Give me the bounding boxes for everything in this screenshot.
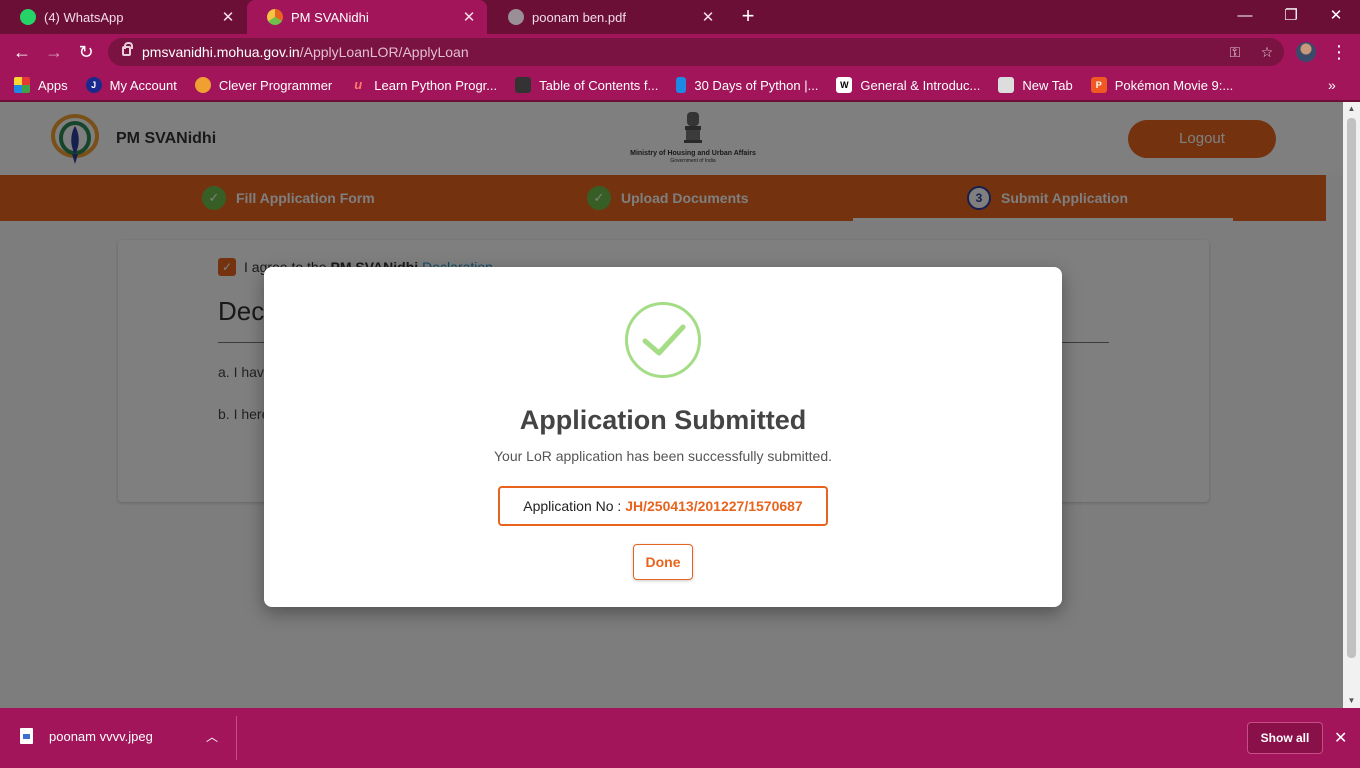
- tab-label: (4) WhatsApp: [44, 9, 124, 25]
- tab-label: poonam ben.pdf: [532, 9, 626, 25]
- chevron-double-right-icon[interactable]: »: [1328, 70, 1336, 100]
- forward-arrow-icon[interactable]: →: [42, 40, 66, 64]
- page-viewport: PM SVANidhi Ministry of Housing and Urba…: [0, 102, 1343, 708]
- window-close-icon[interactable]: ✕: [1316, 4, 1356, 28]
- scroll-up-icon[interactable]: ▲: [1343, 102, 1360, 116]
- lock-icon: [122, 42, 133, 56]
- tab-strip: (4) WhatsApp ✕ PM SVANidhi ✕ poonam ben.…: [0, 0, 1360, 34]
- modal-message: Your LoR application has been successful…: [493, 448, 833, 464]
- new-tab-icon: [998, 77, 1015, 93]
- done-button[interactable]: Done: [633, 544, 693, 580]
- bookmark-30-days-python[interactable]: 30 Days of Python |...: [676, 77, 818, 93]
- apps-grid-icon: [14, 77, 30, 93]
- close-icon[interactable]: ✕: [459, 8, 479, 26]
- globe-icon: [508, 9, 524, 25]
- tab-poonam-pdf[interactable]: poonam ben.pdf ✕: [488, 0, 726, 34]
- bookmarks-bar: Apps J My Account Clever Programmer u Le…: [0, 70, 1360, 100]
- browser-toolbar: ← → ↻ pmsvanidhi.mohua.gov.in/ApplyLoanL…: [0, 34, 1360, 70]
- download-bar: poonam vvvv.jpeg ︿ Show all ✕: [0, 708, 1360, 768]
- download-filename: poonam vvvv.jpeg: [49, 728, 153, 744]
- pokemon-icon: P: [1090, 77, 1107, 93]
- vertical-scrollbar[interactable]: ▲ ▼: [1343, 102, 1360, 708]
- chevron-up-icon[interactable]: ︿: [206, 728, 218, 745]
- scroll-down-icon[interactable]: ▼: [1343, 694, 1360, 708]
- svanidhi-icon: [267, 9, 283, 25]
- bookmark-new-tab[interactable]: New Tab: [998, 77, 1073, 93]
- application-number-box: Application No : JH/250413/201227/157068…: [498, 486, 828, 526]
- restore-icon[interactable]: ❐: [1271, 4, 1311, 28]
- bookmark-label: Pokémon Movie 9:...: [1114, 77, 1234, 93]
- menu-dots-icon[interactable]: ⋮: [1330, 40, 1348, 64]
- bookmark-label: 30 Days of Python |...: [694, 77, 819, 93]
- url-text: pmsvanidhi.mohua.gov.in/ApplyLoanLOR/App…: [142, 44, 469, 60]
- bookmark-label: My Account: [109, 77, 177, 93]
- w-icon: W: [836, 77, 853, 93]
- learn-python-icon: u: [354, 77, 363, 92]
- modal-title: Application Submitted: [519, 405, 807, 435]
- bookmark-learn-python[interactable]: u Learn Python Progr...: [350, 77, 497, 93]
- bookmark-general-intro[interactable]: W General & Introduc...: [836, 77, 980, 93]
- bookmark-apps[interactable]: Apps: [14, 77, 68, 93]
- profile-avatar[interactable]: [1296, 42, 1316, 62]
- bookmark-clever-programmer[interactable]: Clever Programmer: [194, 77, 333, 93]
- image-file-icon: [20, 728, 33, 744]
- reload-icon[interactable]: ↻: [74, 40, 98, 64]
- scrollbar-thumb[interactable]: [1347, 118, 1356, 658]
- bookmark-label: Apps: [38, 77, 68, 93]
- download-item[interactable]: poonam vvvv.jpeg: [20, 728, 153, 744]
- new-tab-button[interactable]: +: [736, 4, 760, 28]
- bookmark-pokemon[interactable]: P Pokémon Movie 9:...: [1090, 77, 1234, 93]
- tab-whatsapp[interactable]: (4) WhatsApp ✕: [0, 0, 246, 34]
- close-icon[interactable]: ✕: [698, 8, 718, 26]
- table-of-contents-icon: [515, 77, 532, 93]
- bookmark-table-of-contents[interactable]: Table of Contents f...: [515, 77, 658, 93]
- bookmark-my-account[interactable]: J My Account: [85, 77, 177, 93]
- bookmark-label: Clever Programmer: [218, 77, 333, 93]
- bookmark-label: New Tab: [1022, 77, 1073, 93]
- bookmark-label: Learn Python Progr...: [374, 77, 498, 93]
- divider: [236, 716, 237, 760]
- star-icon[interactable]: ☆: [1258, 43, 1276, 61]
- tab-label: PM SVANidhi: [291, 9, 369, 25]
- application-number-value: JH/250413/201227/1570687: [625, 498, 803, 514]
- success-modal: Application Submitted Your LoR applicati…: [264, 267, 1062, 607]
- thirty-days-icon: [676, 77, 687, 93]
- bookmark-label: Table of Contents f...: [539, 77, 659, 93]
- address-bar[interactable]: pmsvanidhi.mohua.gov.in/ApplyLoanLOR/App…: [108, 38, 1284, 66]
- application-number-label: Application No :: [523, 498, 622, 514]
- close-icon[interactable]: ✕: [218, 8, 238, 26]
- success-check-icon: [625, 302, 701, 378]
- clever-programmer-icon: [194, 77, 211, 93]
- show-all-button[interactable]: Show all: [1247, 722, 1323, 754]
- key-icon[interactable]: ⚿: [1226, 43, 1244, 61]
- tab-pm-svanidhi[interactable]: PM SVANidhi ✕: [247, 0, 487, 34]
- minimize-icon[interactable]: —: [1225, 4, 1265, 28]
- whatsapp-icon: [20, 9, 36, 25]
- back-arrow-icon[interactable]: ←: [10, 40, 34, 64]
- jio-icon: J: [85, 77, 102, 93]
- bookmark-label: General & Introduc...: [860, 77, 981, 93]
- close-icon[interactable]: ✕: [1334, 728, 1347, 748]
